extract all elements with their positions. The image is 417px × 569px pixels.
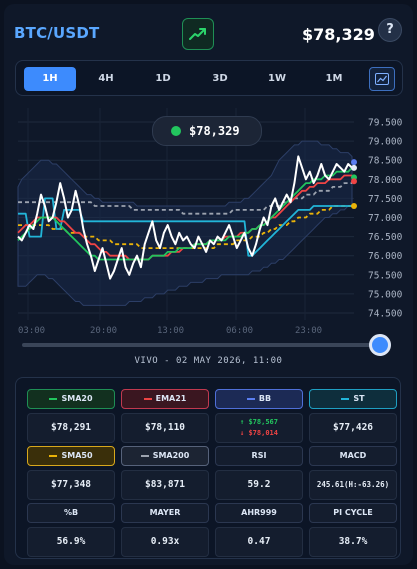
indicator-value: $78,110 xyxy=(121,413,209,443)
y-tick-label: 77.000 xyxy=(368,213,403,224)
indicator-value: $77,348 xyxy=(27,470,115,500)
indicator-value: 59.2 xyxy=(215,470,303,500)
price-tooltip: $78,329 xyxy=(152,116,262,146)
y-tick-label: 79.000 xyxy=(368,137,403,148)
x-tick-label: 03:00 xyxy=(18,326,45,336)
price-chart[interactable]: 79.500 79.000 78.500 78.000 77.500 77.000 76.5… xyxy=(4,100,413,345)
indicator-mayer[interactable]: MAYER 0.93x xyxy=(121,503,209,557)
indicator-st[interactable]: ST $77,426 xyxy=(309,389,397,443)
x-tick-label: 13:00 xyxy=(157,326,184,336)
ema21-swatch xyxy=(143,397,152,400)
timeframe-4h[interactable]: 4H xyxy=(80,67,132,91)
indicator-label: SMA200 xyxy=(152,451,190,460)
indicator-value: $77,426 xyxy=(309,413,397,443)
series-end-dot xyxy=(351,203,357,210)
indicator-label: EMA21 xyxy=(155,394,187,403)
y-tick-label: 75.000 xyxy=(368,289,403,300)
time-slider-thumb[interactable] xyxy=(369,334,391,356)
indicator-header: SMA50 xyxy=(27,446,115,466)
indicator-pctb[interactable]: %B 56.9% xyxy=(27,503,115,557)
x-tick-label: 23:00 xyxy=(295,326,322,336)
indicator-label: SMA20 xyxy=(61,394,93,403)
indicator-header: MAYER xyxy=(121,503,209,523)
timeframe-1m[interactable]: 1M xyxy=(308,67,360,91)
chart-type-button[interactable] xyxy=(369,67,395,91)
time-slider-track[interactable] xyxy=(22,343,384,347)
pair-title: BTC/USDT xyxy=(14,24,100,42)
indicator-pi-cycle[interactable]: PI CYCLE 38.7% xyxy=(309,503,397,557)
indicator-sma200[interactable]: SMA200 $83,871 xyxy=(121,446,209,500)
indicator-macd[interactable]: MACD 245.61(H:-63.26) xyxy=(309,446,397,500)
sma20-swatch xyxy=(49,397,58,400)
indicator-header: ST xyxy=(309,389,397,409)
indicator-panel: SMA20 $78,291 EMA21 $78,110 BB ↑ $78,567… xyxy=(15,377,401,559)
indicator-label: SMA50 xyxy=(61,451,93,460)
indicator-header: EMA21 xyxy=(121,389,209,409)
app-window: BTC/USDT $78,329 ? 1H 4H 1D 3D 1W 1M 79.… xyxy=(4,4,413,565)
y-tick-label: 78.000 xyxy=(368,175,403,186)
indicator-value: 0.93x xyxy=(121,527,209,557)
bb-upper-value: ↑ $78,567 xyxy=(240,418,278,426)
y-tick-label: 76.500 xyxy=(368,232,403,243)
indicator-label: ST xyxy=(353,394,365,403)
indicator-sma50[interactable]: SMA50 $77,348 xyxy=(27,446,115,500)
live-timestamp: VIVO - 02 MAY 2026, 11:00 xyxy=(134,356,283,366)
timeframe-1w[interactable]: 1W xyxy=(251,67,303,91)
indicator-value: 0.47 xyxy=(215,527,303,557)
bb-lower-value: ↓ $78,014 xyxy=(240,429,278,437)
indicator-ahr999[interactable]: AHR999 0.47 xyxy=(215,503,303,557)
trending-up-icon xyxy=(189,28,206,40)
indicator-value: 56.9% xyxy=(27,527,115,557)
indicator-label: BB xyxy=(258,394,272,403)
indicator-header: SMA200 xyxy=(121,446,209,466)
indicator-value: ↑ $78,567 ↓ $78,014 xyxy=(215,413,303,443)
y-tick-label: 76.000 xyxy=(368,251,403,262)
series-end-dot xyxy=(351,159,357,166)
indicator-header: RSI xyxy=(215,446,303,466)
indicator-bb[interactable]: BB ↑ $78,567 ↓ $78,014 xyxy=(215,389,303,443)
tooltip-price: $78,329 xyxy=(189,124,240,138)
y-tick-label: 75.500 xyxy=(368,270,403,281)
indicator-value: 245.61(H:-63.26) xyxy=(309,470,397,500)
y-tick-label: 74.500 xyxy=(368,309,403,320)
series-end-dot xyxy=(351,164,357,171)
indicator-header: PI CYCLE xyxy=(309,503,397,523)
indicator-value: $78,291 xyxy=(27,413,115,443)
sma200-swatch xyxy=(140,454,149,457)
sma50-swatch xyxy=(49,454,58,457)
series-end-dot xyxy=(351,178,357,185)
current-price: $78,329 xyxy=(302,25,375,44)
indicator-header: %B xyxy=(27,503,115,523)
st-swatch xyxy=(341,397,350,400)
x-tick-label: 20:00 xyxy=(90,326,117,336)
indicator-value: $83,871 xyxy=(121,470,209,500)
indicator-rsi[interactable]: RSI 59.2 xyxy=(215,446,303,500)
header: BTC/USDT $78,329 ? xyxy=(4,4,413,56)
indicator-header: BB xyxy=(215,389,303,409)
chart-icon xyxy=(375,73,389,85)
live-dot xyxy=(171,126,181,136)
indicator-sma20[interactable]: SMA20 $78,291 xyxy=(27,389,115,443)
indicator-ema21[interactable]: EMA21 $78,110 xyxy=(121,389,209,443)
trend-button[interactable] xyxy=(182,18,214,50)
timeframe-1d[interactable]: 1D xyxy=(137,67,189,91)
timeframe-1h[interactable]: 1H xyxy=(24,67,76,91)
timeframe-bar: 1H 4H 1D 3D 1W 1M xyxy=(15,60,403,96)
help-button[interactable]: ? xyxy=(378,18,402,42)
y-tick-label: 78.500 xyxy=(368,156,403,167)
indicator-header: SMA20 xyxy=(27,389,115,409)
x-tick-label: 06:00 xyxy=(226,326,253,336)
indicator-value: 38.7% xyxy=(309,527,397,557)
indicator-header: MACD xyxy=(309,446,397,466)
timeframe-3d[interactable]: 3D xyxy=(194,67,246,91)
y-tick-label: 79.500 xyxy=(368,118,403,129)
indicator-header: AHR999 xyxy=(215,503,303,523)
y-tick-label: 77.500 xyxy=(368,194,403,205)
bb-swatch xyxy=(246,397,255,400)
